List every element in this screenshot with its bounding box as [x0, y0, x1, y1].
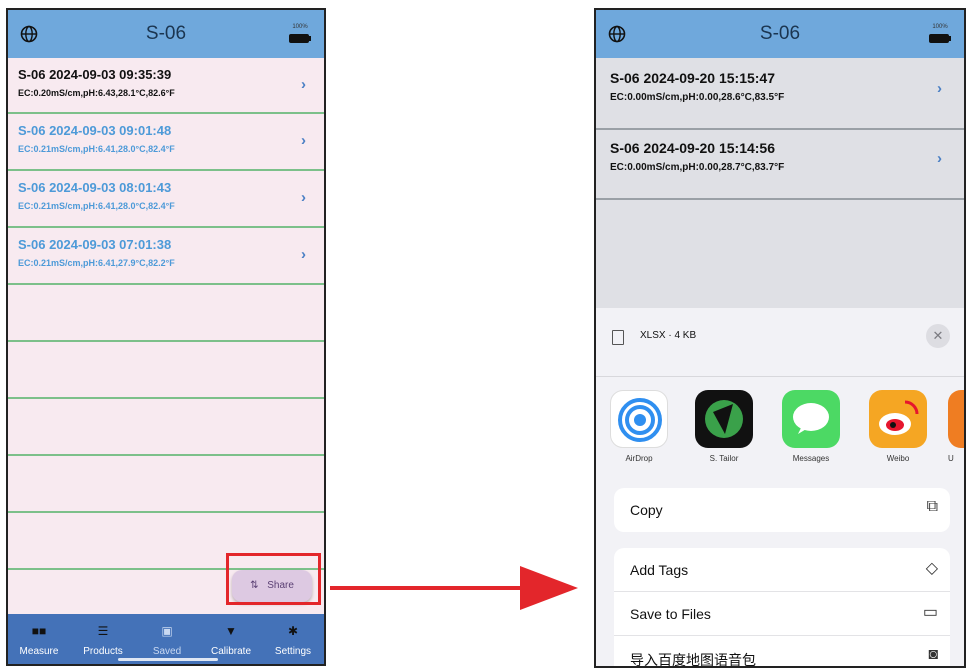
add-tags-action[interactable]: Add Tags ◇: [614, 548, 950, 592]
file-info: XLSX · 4 KB: [640, 330, 697, 341]
app-name: AirDrop: [625, 454, 653, 463]
tab-label: Settings: [274, 646, 312, 657]
divider: [596, 376, 964, 377]
record-row[interactable]: S-06 2024-09-03 08:01:43 EC:0.21mS/cm,pH…: [8, 171, 324, 228]
arrow-line: [330, 586, 526, 590]
tab-measure[interactable]: ■■ Measure: [8, 614, 70, 664]
chevron-right-icon: ›: [937, 150, 942, 167]
record-values: EC:0.20mS/cm,pH:6.43,28.1°C,82.6°F: [18, 88, 175, 98]
empty-row: [8, 285, 324, 342]
chevron-right-icon: ›: [301, 132, 306, 149]
tab-bar: ■■ Measure ☰ Products ▣ Saved ▼ Calibrat…: [8, 614, 324, 664]
record-title: S-06 2024-09-20 15:14:56: [610, 140, 776, 156]
record-values: EC:0.21mS/cm,pH:6.41,28.0°C,82.4°F: [18, 201, 175, 211]
app-name: U: [948, 454, 954, 463]
empty-row: [8, 342, 324, 399]
app-name: Messages: [792, 454, 830, 463]
action-label: Save to Files: [630, 606, 711, 622]
empty-row: [8, 399, 324, 456]
close-button[interactable]: ✕: [926, 324, 950, 348]
top-bar: S-06 100%: [8, 10, 324, 58]
app-icon: [948, 390, 964, 448]
share-highlight-box: [226, 553, 321, 605]
tab-label: Saved: [152, 646, 182, 657]
tab-label: Calibrate: [210, 646, 252, 657]
tab-calibrate[interactable]: ▼ Calibrate: [200, 614, 262, 664]
battery-percent: 100%: [932, 24, 948, 30]
record-row[interactable]: S-06 2024-09-20 15:14:56 EC:0.00mS/cm,pH…: [596, 128, 964, 200]
airdrop-icon: [610, 390, 668, 448]
record-values: EC:0.00mS/cm,pH:0.00,28.7°C,83.7°F: [610, 162, 785, 173]
folder-icon: ▭: [922, 604, 938, 621]
record-title: S-06 2024-09-03 07:01:38: [18, 237, 172, 252]
battery-percent: 100%: [292, 24, 308, 30]
record-title: S-06 2024-09-03 09:01:48: [18, 123, 172, 138]
weibo-icon: [869, 390, 927, 448]
record-row[interactable]: S-06 2024-09-03 09:35:39 EC:0.20mS/cm,pH…: [8, 58, 324, 114]
copy-action[interactable]: Copy ⧉: [614, 488, 950, 532]
document-icon: [612, 330, 624, 345]
record-row[interactable]: S-06 2024-09-03 09:01:48 EC:0.21mS/cm,pH…: [8, 114, 324, 171]
battery-icon: 100%: [288, 24, 312, 46]
list-icon: ☰: [97, 624, 109, 638]
tab-settings[interactable]: ✱ Settings: [262, 614, 324, 664]
messages-icon: [782, 390, 840, 448]
share-app-weibo[interactable]: Weibo: [867, 390, 929, 470]
calibrate-icon: ▼: [225, 624, 237, 638]
record-title: S-06 2024-09-03 09:35:39: [18, 67, 172, 82]
app-name: S. Tailor: [709, 454, 739, 463]
page-title: S-06: [759, 23, 801, 44]
battery-icon: 100%: [928, 24, 952, 46]
gear-icon: ✱: [287, 624, 299, 638]
empty-row: [8, 456, 324, 513]
record-values: EC:0.21mS/cm,pH:6.41,28.0°C,82.4°F: [18, 144, 175, 154]
chevron-right-icon: ›: [301, 76, 306, 93]
grid-icon: ■■: [31, 624, 47, 638]
right-phone-screen: S-06 100% S-06 2024-09-20 15:15:47 EC:0.…: [594, 8, 966, 668]
action-label: 导入百度地图语音包: [630, 652, 756, 668]
baidu-map-action[interactable]: 导入百度地图语音包 ◙: [614, 636, 950, 668]
chevron-right-icon: ›: [937, 80, 942, 97]
record-values: EC:0.00mS/cm,pH:0.00,28.6°C,83.5°F: [610, 92, 785, 103]
record-title: S-06 2024-09-20 15:15:47: [610, 70, 776, 86]
left-phone-screen: S-06 100% S-06 2024-09-03 09:35:39 EC:0.…: [6, 8, 326, 666]
tab-products[interactable]: ☰ Products: [72, 614, 134, 664]
app-name: Weibo: [886, 454, 910, 463]
tab-label: Products: [83, 646, 123, 657]
page-title: S-06: [145, 23, 187, 44]
record-values: EC:0.21mS/cm,pH:6.41,27.9°C,82.2°F: [18, 258, 175, 268]
baidu-map-icon: ◙: [928, 646, 938, 663]
share-app-s-tailor[interactable]: S. Tailor: [693, 390, 755, 470]
record-title: S-06 2024-09-03 08:01:43: [18, 180, 172, 195]
action-label: Copy: [630, 502, 663, 518]
s-tailor-icon: [695, 390, 753, 448]
chevron-right-icon: ›: [301, 246, 306, 263]
action-label: Add Tags: [630, 562, 689, 578]
record-row[interactable]: S-06 2024-09-03 07:01:38 EC:0.21mS/cm,pH…: [8, 228, 324, 285]
share-sheet: XLSX · 4 KB ✕ AirDrop S. Tailor Messages…: [596, 308, 964, 666]
chevron-right-icon: ›: [301, 189, 306, 206]
home-indicator: [118, 658, 218, 661]
save-icon: ▣: [161, 624, 173, 638]
top-bar: S-06 100%: [596, 10, 964, 58]
share-app-airdrop[interactable]: AirDrop: [608, 390, 670, 470]
save-to-files-action[interactable]: Save to Files ▭: [614, 592, 950, 636]
tag-icon: ◇: [925, 560, 938, 577]
record-row[interactable]: S-06 2024-09-20 15:15:47 EC:0.00mS/cm,pH…: [596, 58, 964, 130]
arrow-head: [520, 566, 578, 610]
share-app-messages[interactable]: Messages: [780, 390, 842, 470]
copy-icon: ⧉: [926, 498, 938, 515]
share-app-partial[interactable]: U: [948, 390, 964, 470]
tab-label: Measure: [19, 646, 59, 657]
tab-saved[interactable]: ▣ Saved: [136, 614, 198, 664]
